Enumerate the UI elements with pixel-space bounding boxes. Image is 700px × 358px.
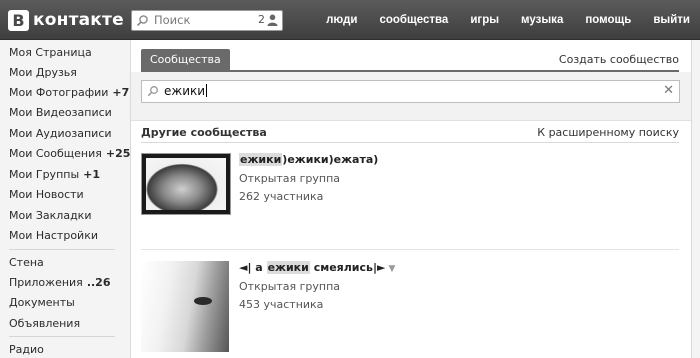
vk-logo[interactable]: В контакте xyxy=(8,9,124,31)
sidebar-item-label: Радио xyxy=(9,343,44,356)
nav-people[interactable]: люди xyxy=(326,14,357,26)
community-members: 262 участника xyxy=(239,190,324,203)
clear-search-icon[interactable]: ✕ xyxy=(663,84,674,97)
highlighted-match: ежики xyxy=(266,261,310,274)
messages-count-badge: +25 xyxy=(105,147,131,160)
logo-letter: В xyxy=(8,9,29,31)
community-title-link[interactable]: ежики)ежики)ежата) xyxy=(239,153,378,166)
sidebar-item-label: Приложения xyxy=(9,276,83,289)
search-area: ежики ✕ xyxy=(131,72,691,121)
online-friends-count: 2 xyxy=(258,13,265,26)
sidebar-item-label: Мои Новости xyxy=(9,188,84,201)
text-cursor xyxy=(206,84,208,97)
community-type: Открытая группа xyxy=(239,280,341,293)
groups-count-badge: +1 xyxy=(83,168,101,181)
sidebar-item-label: Стена xyxy=(9,256,44,269)
sidebar-item-news[interactable]: Мои Новости xyxy=(9,188,84,201)
sidebar-item-apps[interactable]: Приложения ..26 xyxy=(9,276,110,289)
sidebar-item-label: Мои Друзья xyxy=(9,66,77,79)
sidebar-item-label: Мои Сообщения xyxy=(9,147,102,160)
search-query-text: ежики xyxy=(164,84,208,98)
community-members: 453 участника xyxy=(239,298,324,311)
sidebar-item-label: Мои Закладки xyxy=(9,209,92,222)
photos-count-badge: +7 xyxy=(112,86,130,99)
sidebar-item-documents[interactable]: Документы xyxy=(9,296,75,309)
nav-music[interactable]: музыка xyxy=(521,14,563,26)
nav-games[interactable]: игры xyxy=(470,14,499,26)
title-prefix: ◄| а xyxy=(239,261,267,274)
section-title: Другие сообщества xyxy=(141,126,267,139)
sidebar-item-my-page[interactable]: Моя Страница xyxy=(9,46,92,59)
sidebar-item-label: Мои Фотографии xyxy=(9,86,109,99)
nav-help[interactable]: помощь xyxy=(585,14,631,26)
search-icon xyxy=(136,15,148,27)
create-community-link[interactable]: Создать сообщество xyxy=(559,53,679,66)
nav-logout[interactable]: выйти xyxy=(653,14,690,26)
apps-count-badge: ..26 xyxy=(86,276,111,289)
section-divider xyxy=(141,142,679,143)
community-title-link[interactable]: ◄| а ежики смеялись|► ▼ xyxy=(239,261,395,274)
sidebar-item-audio[interactable]: Мои Аудиозаписи xyxy=(9,127,112,140)
advanced-search-link[interactable]: К расширенному поиску xyxy=(537,126,679,139)
sidebar-item-groups[interactable]: Мои Группы +1 xyxy=(9,168,100,181)
sidebar-divider xyxy=(9,249,115,250)
person-icon xyxy=(267,14,278,26)
sidebar-item-label: Документы xyxy=(9,296,75,309)
top-header: В контакте Поиск 2 люди сообщества игры … xyxy=(0,0,700,40)
community-type: Открытая группа xyxy=(239,172,341,185)
sidebar-item-label: Мои Видеозаписи xyxy=(9,106,112,119)
sidebar-item-label: Объявления xyxy=(9,317,81,330)
sidebar-item-ads[interactable]: Объявления xyxy=(9,317,80,330)
logo-text: контакте xyxy=(33,10,124,30)
nav-communities[interactable]: сообщества xyxy=(379,14,448,26)
search-icon xyxy=(147,86,158,97)
title-rest: смеялись|► xyxy=(309,261,386,274)
sidebar-item-friends[interactable]: Мои Друзья xyxy=(9,66,77,79)
community-avatar-hedgehog[interactable] xyxy=(141,153,231,215)
sidebar-item-videos[interactable]: Мои Видеозаписи xyxy=(9,106,112,119)
search-query-value: ежики xyxy=(164,84,206,98)
sidebar-divider xyxy=(9,336,115,337)
top-nav: люди сообщества игры музыка помощь выйти xyxy=(304,0,690,39)
sidebar-item-radio[interactable]: Радио xyxy=(9,343,44,356)
result-divider xyxy=(141,249,679,250)
dropdown-arrow-icon[interactable]: ▼ xyxy=(388,264,395,274)
sidebar-item-wall[interactable]: Стена xyxy=(9,256,44,269)
sidebar-item-messages[interactable]: Мои Сообщения +25 xyxy=(9,147,130,160)
sidebar-item-label: Мои Аудиозаписи xyxy=(9,127,112,140)
sidebar-item-settings[interactable]: Мои Настройки xyxy=(9,229,98,242)
sidebar-item-photos[interactable]: Мои Фотографии +7 xyxy=(9,86,129,99)
community-avatar-girl[interactable] xyxy=(141,261,229,352)
tab-communities[interactable]: Сообщества xyxy=(141,49,230,71)
avatar-image-detail xyxy=(194,297,212,305)
main-panel: Сообщества Создать сообщество ежики ✕ Др… xyxy=(130,40,692,358)
header-search-input[interactable]: Поиск 2 xyxy=(131,10,283,31)
sidebar-item-label: Мои Группы xyxy=(9,168,80,181)
search-placeholder: Поиск xyxy=(154,13,191,27)
highlighted-match: ежики xyxy=(239,153,283,166)
avatar-image xyxy=(146,158,226,210)
sidebar-item-label: Мои Настройки xyxy=(9,229,98,242)
community-search-input[interactable]: ежики ✕ xyxy=(141,80,680,103)
sidebar-item-label: Моя Страница xyxy=(9,46,92,59)
sidebar-item-bookmarks[interactable]: Мои Закладки xyxy=(9,209,91,222)
title-rest: )ежики)ежата) xyxy=(282,153,379,166)
